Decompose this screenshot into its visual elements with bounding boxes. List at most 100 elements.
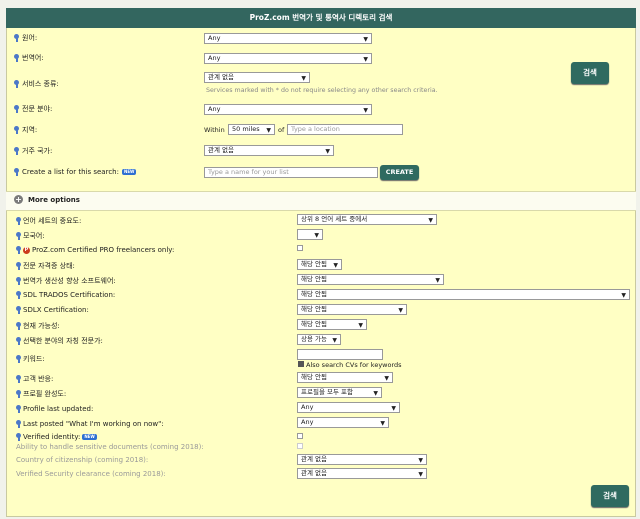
create-list-label: Create a list for this search: NEW xyxy=(14,168,137,176)
verified-identity-checkbox[interactable] xyxy=(297,433,303,439)
security-clearance-select[interactable]: 관계 없음 ▼ xyxy=(297,468,427,479)
page-title: ProZ.com 번역가 및 통역사 디렉토리 검색 xyxy=(6,8,636,28)
help-icon[interactable] xyxy=(16,420,21,428)
keywords-input[interactable] xyxy=(297,349,383,360)
pro-only-checkbox[interactable] xyxy=(297,245,303,251)
search-button[interactable]: 검색 xyxy=(571,62,609,84)
help-icon[interactable] xyxy=(16,232,21,240)
service-label: 서비스 종류: xyxy=(14,79,59,89)
lang-pair-importance-label: 언어 세트의 중요도: xyxy=(16,216,81,226)
sdlx-select[interactable]: 해당 안됨 ▼ xyxy=(297,304,407,315)
search-cvs-checkbox[interactable] xyxy=(298,361,304,367)
list-name-input[interactable]: Type a name for your list xyxy=(204,167,378,178)
last-posted-label: Last posted "What I'm working on now": xyxy=(16,420,164,428)
help-icon[interactable] xyxy=(14,126,19,134)
more-options-bar[interactable] xyxy=(6,191,636,211)
dropdown-arrow-icon: ▼ xyxy=(332,337,337,344)
help-icon[interactable] xyxy=(14,34,19,42)
profile-completeness-select[interactable]: 프로필을 모두 포함 ▼ xyxy=(297,387,382,398)
help-icon[interactable] xyxy=(16,246,21,254)
keywords-label: 키워드: xyxy=(16,354,45,364)
dropdown-arrow-icon: ▼ xyxy=(266,127,271,134)
expertise-select[interactable]: 상용 가능 ▼ xyxy=(297,334,341,345)
create-list-button[interactable]: CREATE xyxy=(380,165,419,180)
dropdown-arrow-icon: ▼ xyxy=(301,75,306,82)
help-icon[interactable] xyxy=(14,54,19,62)
help-icon[interactable] xyxy=(14,168,19,176)
more-options-label[interactable]: More options xyxy=(28,196,80,204)
within-label: Within xyxy=(204,126,225,134)
target-language-label: 번역어: xyxy=(14,53,44,63)
credentials-select[interactable]: 해당 안됨 ▼ xyxy=(297,259,342,270)
dropdown-arrow-icon: ▼ xyxy=(314,232,319,239)
availability-select[interactable]: 해당 안됨 ▼ xyxy=(297,319,367,330)
new-badge: NEW xyxy=(82,434,97,440)
dropdown-arrow-icon: ▼ xyxy=(418,457,423,464)
dropdown-arrow-icon: ▼ xyxy=(398,307,403,314)
dropdown-arrow-icon: ▼ xyxy=(384,375,389,382)
feedback-select[interactable]: 해당 안됨 ▼ xyxy=(297,372,393,383)
help-icon[interactable] xyxy=(14,80,19,88)
bottom-search-button[interactable]: 검색 xyxy=(591,485,629,507)
credentials-label: 전문 자격증 상태: xyxy=(16,261,75,271)
new-badge: NEW xyxy=(121,169,137,175)
dropdown-arrow-icon: ▼ xyxy=(621,292,626,299)
target-language-select[interactable]: Any ▼ xyxy=(204,53,372,64)
help-icon[interactable] xyxy=(16,375,21,383)
help-icon[interactable] xyxy=(16,322,21,330)
expertise-label: 선택한 분야의 자칭 전문가: xyxy=(16,336,103,346)
of-label: of xyxy=(278,126,285,134)
field-select[interactable]: Any ▼ xyxy=(204,104,372,115)
dropdown-arrow-icon: ▼ xyxy=(363,56,368,63)
help-icon[interactable] xyxy=(16,291,21,299)
dropdown-arrow-icon: ▼ xyxy=(333,262,338,269)
security-clearance-label: Verified Security clearance (coming 2018… xyxy=(16,470,166,478)
lang-pair-importance-select[interactable]: 상위 8 언어 세트 중에서 ▼ xyxy=(297,214,437,225)
verified-identity-label: Verified identity: NEW xyxy=(16,433,97,441)
last-posted-select[interactable]: Any ▼ xyxy=(297,417,389,428)
dropdown-arrow-icon: ▼ xyxy=(391,405,396,412)
productivity-select[interactable]: 해당 안됨 ▼ xyxy=(297,274,444,285)
productivity-label: 번역가 생산성 향상 소프트웨어: xyxy=(16,276,116,286)
source-language-label: 원어: xyxy=(14,33,37,43)
help-icon[interactable] xyxy=(16,337,21,345)
within-distance-select[interactable]: 50 miles ▼ xyxy=(228,124,275,135)
citizenship-label: Country of citizenship (coming 2018): xyxy=(16,456,149,464)
pro-badge-icon: P xyxy=(23,246,30,254)
profile-updated-label: Profile last updated: xyxy=(16,405,93,413)
help-icon[interactable] xyxy=(14,105,19,113)
help-icon[interactable] xyxy=(16,405,21,413)
sdlx-label: SDLX Certification: xyxy=(16,306,89,314)
help-icon[interactable] xyxy=(16,306,21,314)
country-select[interactable]: 관계 없음 ▼ xyxy=(204,145,334,156)
service-hint: Services marked with * do not require se… xyxy=(206,87,438,94)
dropdown-arrow-icon: ▼ xyxy=(418,471,423,478)
help-icon[interactable] xyxy=(16,390,21,398)
feedback-label: 고객 반응: xyxy=(16,374,53,384)
service-select[interactable]: 관계 없음 ▼ xyxy=(204,72,310,83)
search-cvs-label: Also search CVs for keywords xyxy=(306,361,402,369)
help-icon[interactable] xyxy=(16,217,21,225)
dropdown-arrow-icon: ▼ xyxy=(428,217,433,224)
dropdown-arrow-icon: ▼ xyxy=(380,420,385,427)
sensitive-docs-checkbox[interactable] xyxy=(297,443,303,449)
country-label: 거주 국가: xyxy=(14,146,52,156)
availability-label: 현재 가능성: xyxy=(16,321,60,331)
native-language-select[interactable]: ▼ xyxy=(297,229,323,240)
native-language-label: 모국어: xyxy=(16,231,45,241)
help-icon[interactable] xyxy=(16,355,21,363)
trados-select[interactable]: 해당 안됨 ▼ xyxy=(297,289,630,300)
dropdown-arrow-icon: ▼ xyxy=(363,107,368,114)
plus-icon[interactable]: + xyxy=(14,195,23,204)
help-icon[interactable] xyxy=(16,277,21,285)
help-icon[interactable] xyxy=(16,262,21,270)
profile-updated-select[interactable]: Any ▼ xyxy=(297,402,400,413)
location-input[interactable]: Type a location xyxy=(287,124,403,135)
citizenship-select[interactable]: 관계 없음 ▼ xyxy=(297,454,427,465)
field-label: 전문 분야: xyxy=(14,104,52,114)
trados-label: SDL TRADOS Certification: xyxy=(16,291,115,299)
dropdown-arrow-icon: ▼ xyxy=(363,36,368,43)
source-language-select[interactable]: Any ▼ xyxy=(204,33,372,44)
help-icon[interactable] xyxy=(16,433,21,441)
help-icon[interactable] xyxy=(14,147,19,155)
